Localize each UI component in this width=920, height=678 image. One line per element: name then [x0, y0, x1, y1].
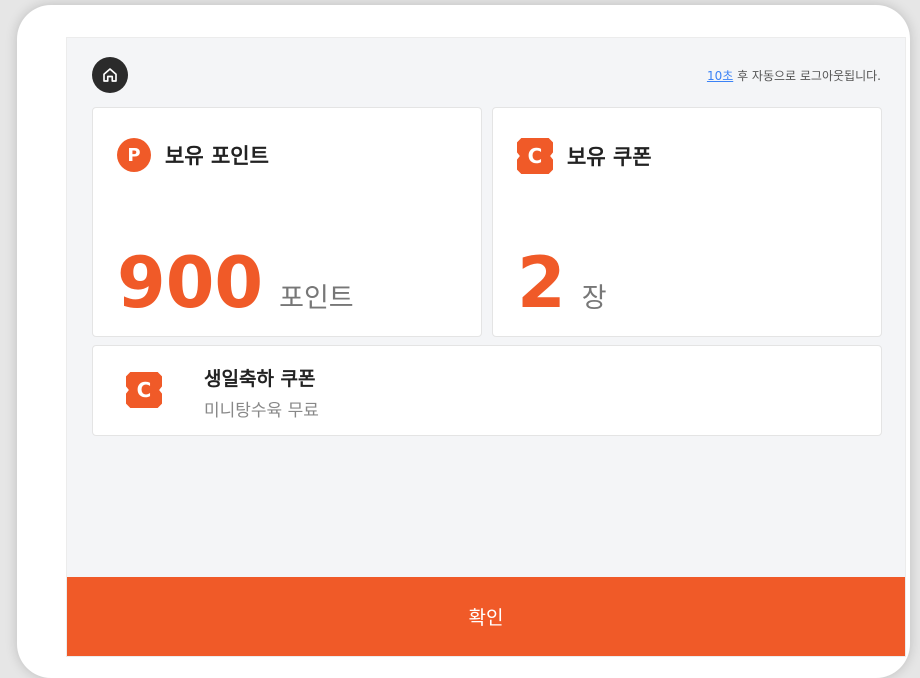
birthday-coupon-icon: C [126, 372, 162, 408]
home-button[interactable] [92, 57, 128, 93]
coupons-title: 보유 쿠폰 [567, 145, 652, 169]
birthday-coupon-item[interactable]: C 생일축하 쿠폰 미니탕수육 무료 [92, 345, 882, 436]
birthday-coupon-title: 생일축하 쿠폰 [204, 368, 316, 390]
logout-countdown: 10초 [706, 69, 734, 83]
points-card: P 보유 포인트 900 포인트 [92, 107, 482, 337]
points-icon: P [117, 138, 151, 172]
points-card-header: P 보유 포인트 [117, 138, 269, 172]
confirm-button[interactable]: 확인 [67, 577, 905, 656]
coupons-card-header: C 보유 쿠폰 [517, 138, 652, 174]
points-unit: 포인트 [279, 283, 354, 314]
kiosk-screen: 10초 후 자동으로 로그아웃됩니다. P 보유 포인트 900 포인트 C 보… [66, 37, 906, 657]
birthday-coupon-description: 미니탕수육 무료 [204, 401, 319, 421]
coupons-value-row: 2 장 [517, 248, 607, 318]
coupons-unit: 장 [581, 283, 607, 314]
coupons-card: C 보유 쿠폰 2 장 [492, 107, 882, 337]
coupon-icon: C [517, 138, 553, 174]
points-value-row: 900 포인트 [117, 248, 354, 318]
points-value: 900 [117, 242, 264, 324]
home-icon [103, 68, 117, 82]
auto-logout-notice: 10초 후 자동으로 로그아웃됩니다. [707, 67, 881, 84]
logout-message: 후 자동으로 로그아웃됩니다. [733, 69, 881, 83]
points-title: 보유 포인트 [165, 144, 269, 168]
device-frame: 10초 후 자동으로 로그아웃됩니다. P 보유 포인트 900 포인트 C 보… [17, 5, 910, 678]
coupons-value: 2 [517, 242, 566, 324]
